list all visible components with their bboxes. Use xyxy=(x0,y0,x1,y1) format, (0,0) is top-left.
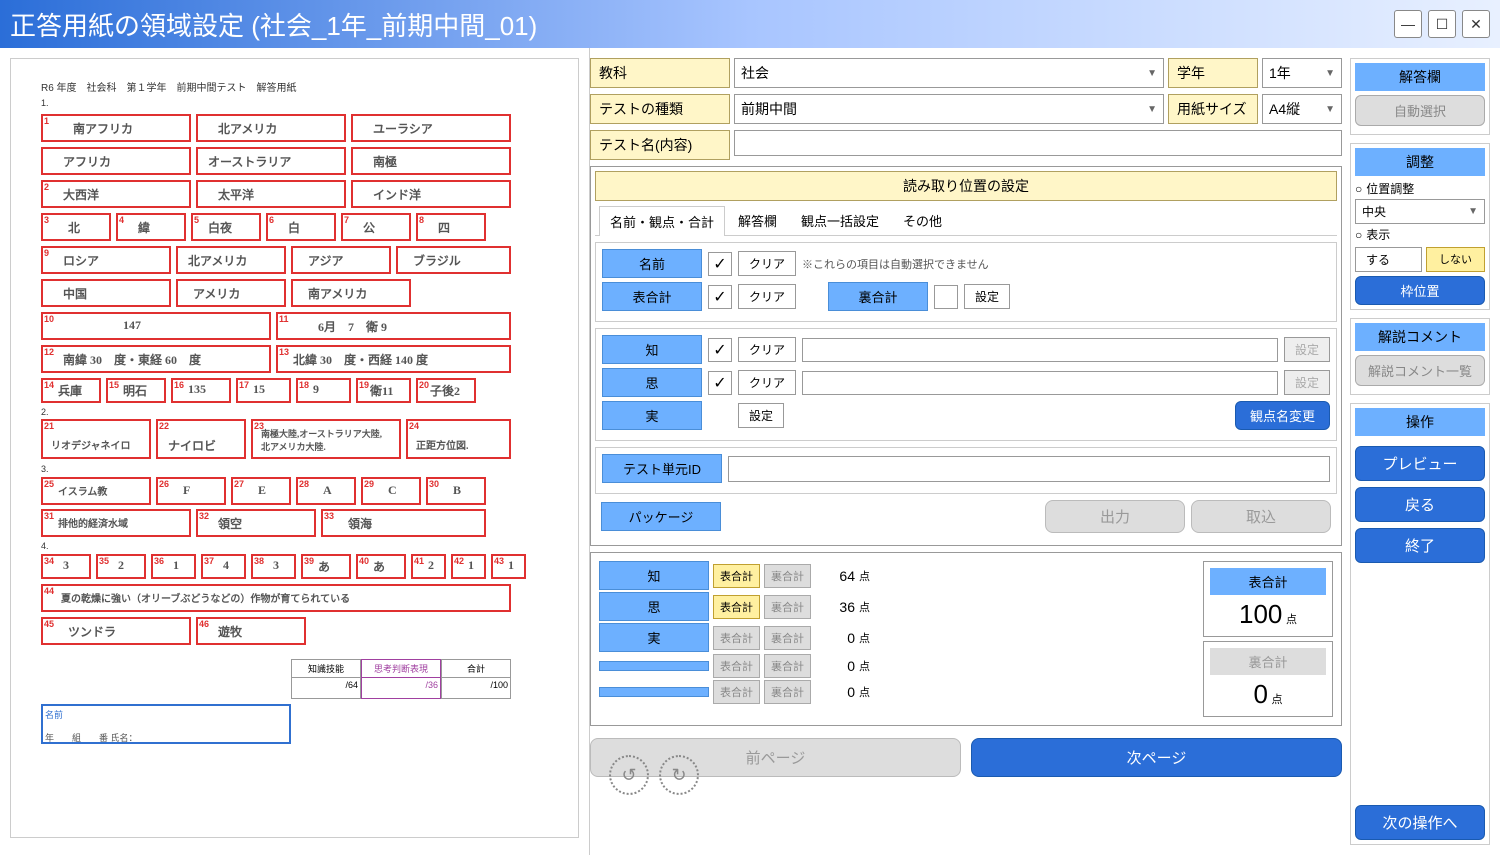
titlebar: 正答用紙の領域設定 (社会_1年_前期中間_01) — ☐ ✕ xyxy=(0,0,1500,48)
display-off-button[interactable]: しない xyxy=(1426,247,1485,272)
front-total-button[interactable]: 表合計 xyxy=(602,282,702,311)
front-grand-total: 表合計 100 点 xyxy=(1203,561,1333,637)
display-on-button[interactable]: する xyxy=(1355,247,1422,272)
adjust-section: 調整 位置調整 中央▼ 表示 する しない 枠位置 xyxy=(1350,143,1490,310)
display-radio[interactable]: 表示 xyxy=(1355,226,1485,243)
next-operation-button[interactable]: 次の操作へ xyxy=(1355,805,1485,840)
rename-viewpoint-button[interactable]: 観点名変更 xyxy=(1235,401,1330,430)
shi-checkbox[interactable]: ✓ xyxy=(708,371,732,395)
shi-input[interactable] xyxy=(802,371,1278,395)
row4-points: 0 xyxy=(815,658,855,674)
close-button[interactable]: ✕ xyxy=(1462,10,1490,38)
unit-id-input[interactable] xyxy=(728,456,1330,482)
jitsu-button[interactable]: 実 xyxy=(602,401,702,430)
back-total-set-button[interactable]: 設定 xyxy=(964,284,1010,309)
row5-points: 0 xyxy=(815,684,855,700)
row5-back-button[interactable]: 裏合計 xyxy=(764,680,811,704)
next-page-button[interactable]: 次ページ xyxy=(971,738,1342,777)
chi-button[interactable]: 知 xyxy=(602,335,702,364)
shi-clear-button[interactable]: クリア xyxy=(738,370,796,395)
back-button[interactable]: 戻る xyxy=(1355,487,1485,522)
minimize-button[interactable]: — xyxy=(1394,10,1422,38)
back-total-checkbox[interactable] xyxy=(934,285,958,309)
chi-clear-button[interactable]: クリア xyxy=(738,337,796,362)
position-dropdown[interactable]: 中央▼ xyxy=(1355,199,1485,224)
chi-points: 64 xyxy=(815,568,855,584)
sheet-header: R6 年度 社会科 第１学年 前期中間テスト 解答用紙 xyxy=(41,79,548,94)
chi-input[interactable] xyxy=(802,338,1278,362)
pos-adjust-radio[interactable]: 位置調整 xyxy=(1355,180,1485,197)
tab-bar: 名前・観点・合計 解答欄 観点一括設定 その他 xyxy=(595,205,1337,236)
back-grand-total: 裏合計 0 点 xyxy=(1203,641,1333,717)
tab-other[interactable]: その他 xyxy=(892,205,953,235)
test-name-label: テスト名(内容) xyxy=(590,130,730,160)
name-button[interactable]: 名前 xyxy=(602,249,702,278)
shi-front-button[interactable]: 表合計 xyxy=(713,595,760,619)
back-total-button[interactable]: 裏合計 xyxy=(828,282,928,311)
test-type-dropdown[interactable]: 前期中間▼ xyxy=(734,94,1164,124)
answer-sheet[interactable]: R6 年度 社会科 第１学年 前期中間テスト 解答用紙 1. 1南アフリカ 北ア… xyxy=(10,58,579,838)
jitsu-points: 0 xyxy=(815,630,855,646)
front-total-clear-button[interactable]: クリア xyxy=(738,284,796,309)
chi-back-button[interactable]: 裏合計 xyxy=(764,564,811,588)
unit-id-button[interactable]: テスト単元ID xyxy=(602,454,722,483)
grade-dropdown[interactable]: 1年▼ xyxy=(1262,58,1342,88)
total-row4-label xyxy=(599,661,709,671)
window-controls: — ☐ ✕ xyxy=(1394,10,1490,38)
tab-answer-column[interactable]: 解答欄 xyxy=(727,205,788,235)
chi-set-button: 設定 xyxy=(1284,337,1330,362)
shi-button[interactable]: 思 xyxy=(602,368,702,397)
tab-name-viewpoint-total[interactable]: 名前・観点・合計 xyxy=(599,206,725,236)
read-position-title: 読み取り位置の設定 xyxy=(595,171,1337,201)
jitsu-front-button[interactable]: 表合計 xyxy=(713,626,760,650)
total-row5-label xyxy=(599,687,709,697)
test-type-label: テストの種類 xyxy=(590,94,730,124)
answer-column-section: 解答欄 自動選択 xyxy=(1350,58,1490,135)
test-name-input[interactable] xyxy=(734,130,1342,156)
row4-front-button[interactable]: 表合計 xyxy=(713,654,760,678)
package-button[interactable]: パッケージ xyxy=(601,502,721,531)
maximize-button[interactable]: ☐ xyxy=(1428,10,1456,38)
window-title: 正答用紙の領域設定 (社会_1年_前期中間_01) xyxy=(10,6,1394,43)
rotate-left-button[interactable]: ↺ xyxy=(609,755,649,795)
import-button: 取込 xyxy=(1191,500,1331,533)
operations-section: 操作 プレビュー 戻る 終了 次の操作へ xyxy=(1350,403,1490,845)
answer-sheet-preview-pane: R6 年度 社会科 第１学年 前期中間テスト 解答用紙 1. 1南アフリカ 北ア… xyxy=(0,48,590,855)
chi-checkbox[interactable]: ✓ xyxy=(708,338,732,362)
shi-set-button: 設定 xyxy=(1284,370,1330,395)
comment-section: 解説コメント 解説コメント一覧 xyxy=(1350,318,1490,395)
subject-dropdown[interactable]: 社会▼ xyxy=(734,58,1164,88)
name-clear-button[interactable]: クリア xyxy=(738,251,796,276)
frame-position-button[interactable]: 枠位置 xyxy=(1355,276,1485,305)
row4-back-button[interactable]: 裏合計 xyxy=(764,654,811,678)
paper-size-dropdown[interactable]: A4縦▼ xyxy=(1262,94,1342,124)
total-chi-label: 知 xyxy=(599,561,709,590)
chi-front-button[interactable]: 表合計 xyxy=(713,564,760,588)
auto-select-button[interactable]: 自動選択 xyxy=(1355,95,1485,126)
shi-back-button[interactable]: 裏合計 xyxy=(764,595,811,619)
name-checkbox[interactable]: ✓ xyxy=(708,252,732,276)
front-total-checkbox[interactable]: ✓ xyxy=(708,285,732,309)
shi-points: 36 xyxy=(815,599,855,615)
preview-button[interactable]: プレビュー xyxy=(1355,446,1485,481)
total-shi-label: 思 xyxy=(599,592,709,621)
total-jitsu-label: 実 xyxy=(599,623,709,652)
jitsu-back-button[interactable]: 裏合計 xyxy=(764,626,811,650)
jitsu-set-button[interactable]: 設定 xyxy=(738,403,784,428)
output-button: 出力 xyxy=(1045,500,1185,533)
tab-viewpoint-batch[interactable]: 観点一括設定 xyxy=(790,205,890,235)
exit-button[interactable]: 終了 xyxy=(1355,528,1485,563)
row5-front-button[interactable]: 表合計 xyxy=(713,680,760,704)
grade-label: 学年 xyxy=(1168,58,1258,88)
comment-list-button[interactable]: 解説コメント一覧 xyxy=(1355,355,1485,386)
rotate-right-button[interactable]: ↻ xyxy=(659,755,699,795)
paper-size-label: 用紙サイズ xyxy=(1168,94,1258,124)
totals-section: 知 表合計 裏合計 64 点 思 表合計 裏合計 36 点 実 xyxy=(590,552,1342,726)
read-position-section: 読み取り位置の設定 名前・観点・合計 解答欄 観点一括設定 その他 名前 ✓ ク… xyxy=(590,166,1342,546)
subject-label: 教科 xyxy=(590,58,730,88)
auto-select-note: ※これらの項目は自動選択できません xyxy=(802,256,989,272)
